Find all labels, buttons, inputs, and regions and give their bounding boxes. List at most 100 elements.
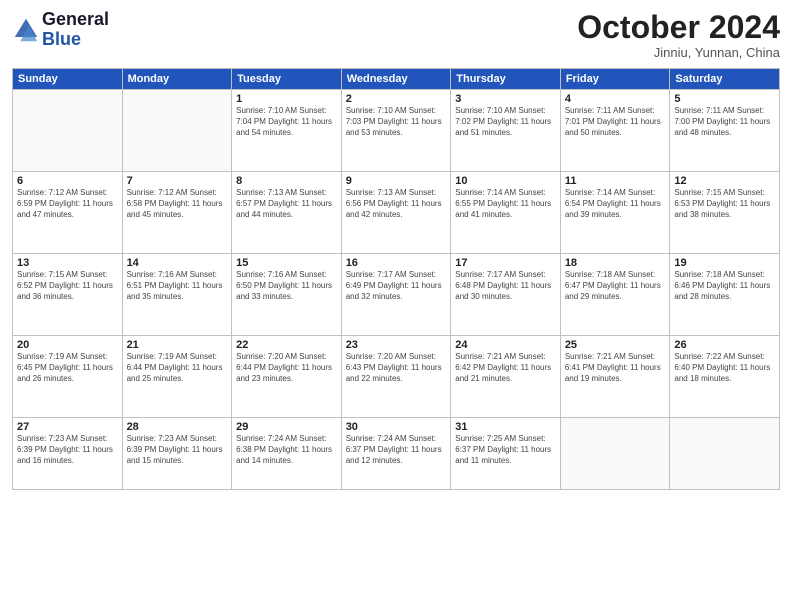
day-number: 4	[565, 93, 666, 105]
day-number: 7	[127, 175, 228, 187]
day-number: 20	[17, 339, 118, 351]
table-row: 18Sunrise: 7:18 AM Sunset: 6:47 PM Dayli…	[560, 254, 670, 336]
day-number: 9	[346, 175, 447, 187]
calendar-body: 1Sunrise: 7:10 AM Sunset: 7:04 PM Daylig…	[13, 90, 780, 490]
table-row: 17Sunrise: 7:17 AM Sunset: 6:48 PM Dayli…	[451, 254, 561, 336]
logo-icon	[12, 16, 40, 44]
day-number: 17	[455, 257, 556, 269]
day-number: 18	[565, 257, 666, 269]
table-row: 26Sunrise: 7:22 AM Sunset: 6:40 PM Dayli…	[670, 336, 780, 418]
logo-area: GeneralBlue	[12, 10, 109, 50]
day-number: 3	[455, 93, 556, 105]
day-info: Sunrise: 7:19 AM Sunset: 6:45 PM Dayligh…	[17, 352, 118, 384]
day-info: Sunrise: 7:22 AM Sunset: 6:40 PM Dayligh…	[674, 352, 775, 384]
page-container: GeneralBlue October 2024 Jinniu, Yunnan,…	[0, 0, 792, 612]
day-number: 29	[236, 421, 337, 433]
day-number: 26	[674, 339, 775, 351]
table-row: 14Sunrise: 7:16 AM Sunset: 6:51 PM Dayli…	[122, 254, 232, 336]
table-row: 11Sunrise: 7:14 AM Sunset: 6:54 PM Dayli…	[560, 172, 670, 254]
day-info: Sunrise: 7:23 AM Sunset: 6:39 PM Dayligh…	[127, 434, 228, 466]
day-info: Sunrise: 7:21 AM Sunset: 6:41 PM Dayligh…	[565, 352, 666, 384]
table-row: 31Sunrise: 7:25 AM Sunset: 6:37 PM Dayli…	[451, 418, 561, 490]
col-thursday: Thursday	[451, 69, 561, 90]
table-row: 8Sunrise: 7:13 AM Sunset: 6:57 PM Daylig…	[232, 172, 342, 254]
col-monday: Monday	[122, 69, 232, 90]
day-number: 31	[455, 421, 556, 433]
day-number: 24	[455, 339, 556, 351]
day-info: Sunrise: 7:11 AM Sunset: 7:00 PM Dayligh…	[674, 106, 775, 138]
day-number: 16	[346, 257, 447, 269]
table-row: 22Sunrise: 7:20 AM Sunset: 6:44 PM Dayli…	[232, 336, 342, 418]
day-info: Sunrise: 7:13 AM Sunset: 6:56 PM Dayligh…	[346, 188, 447, 220]
table-row	[122, 90, 232, 172]
table-row: 19Sunrise: 7:18 AM Sunset: 6:46 PM Dayli…	[670, 254, 780, 336]
day-info: Sunrise: 7:18 AM Sunset: 6:46 PM Dayligh…	[674, 270, 775, 302]
day-number: 2	[346, 93, 447, 105]
col-tuesday: Tuesday	[232, 69, 342, 90]
day-info: Sunrise: 7:12 AM Sunset: 6:58 PM Dayligh…	[127, 188, 228, 220]
day-info: Sunrise: 7:20 AM Sunset: 6:44 PM Dayligh…	[236, 352, 337, 384]
day-info: Sunrise: 7:23 AM Sunset: 6:39 PM Dayligh…	[17, 434, 118, 466]
day-info: Sunrise: 7:16 AM Sunset: 6:50 PM Dayligh…	[236, 270, 337, 302]
table-row: 3Sunrise: 7:10 AM Sunset: 7:02 PM Daylig…	[451, 90, 561, 172]
day-info: Sunrise: 7:21 AM Sunset: 6:42 PM Dayligh…	[455, 352, 556, 384]
table-row: 5Sunrise: 7:11 AM Sunset: 7:00 PM Daylig…	[670, 90, 780, 172]
table-row: 28Sunrise: 7:23 AM Sunset: 6:39 PM Dayli…	[122, 418, 232, 490]
calendar-table: Sunday Monday Tuesday Wednesday Thursday…	[12, 68, 780, 490]
day-info: Sunrise: 7:24 AM Sunset: 6:38 PM Dayligh…	[236, 434, 337, 466]
day-info: Sunrise: 7:15 AM Sunset: 6:53 PM Dayligh…	[674, 188, 775, 220]
day-number: 25	[565, 339, 666, 351]
table-row: 9Sunrise: 7:13 AM Sunset: 6:56 PM Daylig…	[341, 172, 451, 254]
day-info: Sunrise: 7:20 AM Sunset: 6:43 PM Dayligh…	[346, 352, 447, 384]
location-subtitle: Jinniu, Yunnan, China	[577, 45, 780, 60]
day-number: 11	[565, 175, 666, 187]
day-number: 12	[674, 175, 775, 187]
day-info: Sunrise: 7:10 AM Sunset: 7:03 PM Dayligh…	[346, 106, 447, 138]
day-info: Sunrise: 7:12 AM Sunset: 6:59 PM Dayligh…	[17, 188, 118, 220]
table-row: 27Sunrise: 7:23 AM Sunset: 6:39 PM Dayli…	[13, 418, 123, 490]
day-number: 19	[674, 257, 775, 269]
col-wednesday: Wednesday	[341, 69, 451, 90]
table-row: 6Sunrise: 7:12 AM Sunset: 6:59 PM Daylig…	[13, 172, 123, 254]
day-number: 15	[236, 257, 337, 269]
table-row: 29Sunrise: 7:24 AM Sunset: 6:38 PM Dayli…	[232, 418, 342, 490]
day-info: Sunrise: 7:17 AM Sunset: 6:49 PM Dayligh…	[346, 270, 447, 302]
day-info: Sunrise: 7:25 AM Sunset: 6:37 PM Dayligh…	[455, 434, 556, 466]
table-row: 7Sunrise: 7:12 AM Sunset: 6:58 PM Daylig…	[122, 172, 232, 254]
day-number: 5	[674, 93, 775, 105]
day-info: Sunrise: 7:13 AM Sunset: 6:57 PM Dayligh…	[236, 188, 337, 220]
table-row: 13Sunrise: 7:15 AM Sunset: 6:52 PM Dayli…	[13, 254, 123, 336]
day-number: 22	[236, 339, 337, 351]
day-info: Sunrise: 7:14 AM Sunset: 6:54 PM Dayligh…	[565, 188, 666, 220]
day-number: 30	[346, 421, 447, 433]
logo-text: GeneralBlue	[42, 10, 109, 50]
day-number: 14	[127, 257, 228, 269]
day-number: 8	[236, 175, 337, 187]
title-area: October 2024 Jinniu, Yunnan, China	[577, 10, 780, 60]
table-row: 16Sunrise: 7:17 AM Sunset: 6:49 PM Dayli…	[341, 254, 451, 336]
table-row: 24Sunrise: 7:21 AM Sunset: 6:42 PM Dayli…	[451, 336, 561, 418]
day-number: 13	[17, 257, 118, 269]
header: GeneralBlue October 2024 Jinniu, Yunnan,…	[12, 10, 780, 60]
table-row: 1Sunrise: 7:10 AM Sunset: 7:04 PM Daylig…	[232, 90, 342, 172]
day-info: Sunrise: 7:16 AM Sunset: 6:51 PM Dayligh…	[127, 270, 228, 302]
day-number: 6	[17, 175, 118, 187]
day-info: Sunrise: 7:19 AM Sunset: 6:44 PM Dayligh…	[127, 352, 228, 384]
calendar-header-row: Sunday Monday Tuesday Wednesday Thursday…	[13, 69, 780, 90]
col-friday: Friday	[560, 69, 670, 90]
table-row: 23Sunrise: 7:20 AM Sunset: 6:43 PM Dayli…	[341, 336, 451, 418]
table-row: 12Sunrise: 7:15 AM Sunset: 6:53 PM Dayli…	[670, 172, 780, 254]
day-info: Sunrise: 7:10 AM Sunset: 7:02 PM Dayligh…	[455, 106, 556, 138]
table-row: 21Sunrise: 7:19 AM Sunset: 6:44 PM Dayli…	[122, 336, 232, 418]
table-row: 30Sunrise: 7:24 AM Sunset: 6:37 PM Dayli…	[341, 418, 451, 490]
day-info: Sunrise: 7:10 AM Sunset: 7:04 PM Dayligh…	[236, 106, 337, 138]
table-row: 20Sunrise: 7:19 AM Sunset: 6:45 PM Dayli…	[13, 336, 123, 418]
table-row: 25Sunrise: 7:21 AM Sunset: 6:41 PM Dayli…	[560, 336, 670, 418]
col-sunday: Sunday	[13, 69, 123, 90]
day-info: Sunrise: 7:18 AM Sunset: 6:47 PM Dayligh…	[565, 270, 666, 302]
day-number: 21	[127, 339, 228, 351]
col-saturday: Saturday	[670, 69, 780, 90]
day-number: 28	[127, 421, 228, 433]
day-info: Sunrise: 7:14 AM Sunset: 6:55 PM Dayligh…	[455, 188, 556, 220]
month-title: October 2024	[577, 10, 780, 45]
